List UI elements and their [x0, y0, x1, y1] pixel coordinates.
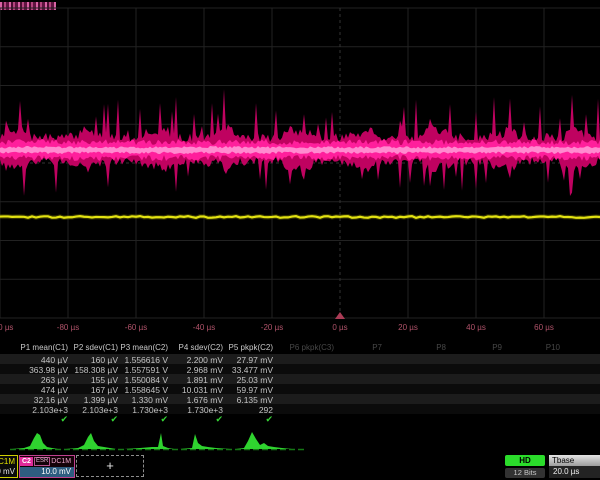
- measure-cell: 2.103e+3: [68, 405, 118, 415]
- histicon-p1[interactable]: [12, 433, 58, 449]
- histicon-p3[interactable]: [124, 433, 174, 449]
- measure-header-p11[interactable]: P11: [580, 343, 600, 353]
- c1-scale: 10.0 mV: [0, 467, 17, 477]
- hd-bits-label: 12 Bits: [505, 468, 545, 478]
- trigger-position-marker[interactable]: [335, 312, 345, 319]
- status-bar: DC1M 10.0 mV C2 ESR DC1M 10.0 mV + HD 12…: [0, 453, 600, 480]
- timebase-title: Tbase: [549, 455, 600, 466]
- measure-cell: 1.676 mV: [173, 395, 223, 405]
- timebase-descriptor[interactable]: Tbase 20.0 µs: [549, 455, 600, 478]
- measure-cell: 158.308 µV: [68, 365, 118, 375]
- measure-header-p10[interactable]: P10: [524, 343, 560, 353]
- measure-header-p8[interactable]: P8: [416, 343, 446, 353]
- measure-cell: 155 µV: [68, 375, 118, 385]
- measurement-table: P1 mean(C1)P2 sdev(C1)P3 mean(C2) P4 sdev…: [0, 341, 600, 425]
- measure-cell: 1.558645 V: [118, 385, 168, 395]
- c1-coupling: DC1M: [0, 456, 17, 467]
- measure-cell: 440 µV: [18, 355, 68, 365]
- histicon-p2[interactable]: [66, 433, 116, 449]
- measure-cell: 263 µV: [18, 375, 68, 385]
- measure-cell: 10.031 mV: [173, 385, 223, 395]
- measure-cell: 6.135 mV: [223, 395, 273, 405]
- time-axis-label: 40 µs: [466, 323, 486, 332]
- time-axis-label: 20 µs: [398, 323, 418, 332]
- channel-c1-descriptor[interactable]: DC1M 10.0 mV: [0, 455, 18, 478]
- histicon-p5[interactable]: [236, 432, 292, 449]
- measure-header-p6[interactable]: P6 pkpk(C3): [288, 343, 334, 353]
- time-axis: -100 µs -80 µs -60 µs -40 µs -20 µs 0 µs 20 µs…: [0, 320, 600, 340]
- time-axis-label: 0 µs: [332, 323, 347, 332]
- time-axis-label: 60 µs: [534, 323, 554, 332]
- measure-cell: 1.557591 V: [118, 365, 168, 375]
- histicon-p4[interactable]: [180, 434, 230, 449]
- add-trace-button[interactable]: +: [76, 455, 144, 477]
- measure-cell: 1.556616 V: [118, 355, 168, 365]
- measure-cell: 2.103e+3: [18, 405, 68, 415]
- measure-cell: 1.550084 V: [118, 375, 168, 385]
- channel-c2-descriptor[interactable]: C2 ESR DC1M 10.0 mV: [19, 455, 75, 478]
- time-axis-label: -20 µs: [261, 323, 283, 332]
- measure-cell: 1.399 µV: [68, 395, 118, 405]
- measure-cell: 32.16 µV: [18, 395, 68, 405]
- measure-cell: 1.891 mV: [173, 375, 223, 385]
- measure-cell: 2.968 mV: [173, 365, 223, 375]
- c2-scale: 10.0 mV: [20, 467, 74, 477]
- c2-eres-badge: ESR: [34, 457, 50, 466]
- measure-cell: 167 µV: [68, 385, 118, 395]
- measure-cell: 1.730e+3: [118, 405, 168, 415]
- measure-header-p4[interactable]: P4 sdev(C2): [173, 343, 223, 353]
- measure-header-p9[interactable]: P9: [472, 343, 502, 353]
- measure-cell: 474 µV: [18, 385, 68, 395]
- c2-coupling: DC1M: [51, 458, 71, 465]
- measure-cell: 1.330 mV: [118, 395, 168, 405]
- measure-cell: 363.98 µV: [18, 365, 68, 375]
- measure-cell: 2.200 mV: [173, 355, 223, 365]
- measure-header-p2[interactable]: P2 sdev(C1): [68, 343, 118, 353]
- timebase-value: 20.0 µs: [549, 466, 600, 478]
- measure-cell: 59.97 mV: [223, 385, 273, 395]
- time-axis-label: -40 µs: [193, 323, 215, 332]
- measure-header-p3[interactable]: P3 mean(C2): [118, 343, 168, 353]
- measure-header-p7[interactable]: P7: [350, 343, 382, 353]
- time-axis-label: -60 µs: [125, 323, 147, 332]
- measure-cell: 25.03 mV: [223, 375, 273, 385]
- measure-header-p5[interactable]: P5 pkpk(C2): [223, 343, 273, 353]
- oscilloscope-screen: -100 µs -80 µs -60 µs -40 µs -20 µs 0 µs 20 µs…: [0, 0, 600, 480]
- measure-cell: 27.97 mV: [223, 355, 273, 365]
- measure-cell: 160 µV: [68, 355, 118, 365]
- measure-cell: 33.477 mV: [223, 365, 273, 375]
- measure-cell: 1.730e+3: [173, 405, 223, 415]
- waveform-plot-area[interactable]: [0, 0, 600, 320]
- time-axis-label: -100 µs: [0, 323, 13, 332]
- c2-label: C2: [20, 457, 33, 466]
- hd-mode-badge: HD: [505, 455, 545, 466]
- measurement-histicons[interactable]: [0, 424, 600, 453]
- measure-header-p1[interactable]: P1 mean(C1): [18, 343, 68, 353]
- measure-cell: 292: [223, 405, 273, 415]
- time-axis-label: -80 µs: [57, 323, 79, 332]
